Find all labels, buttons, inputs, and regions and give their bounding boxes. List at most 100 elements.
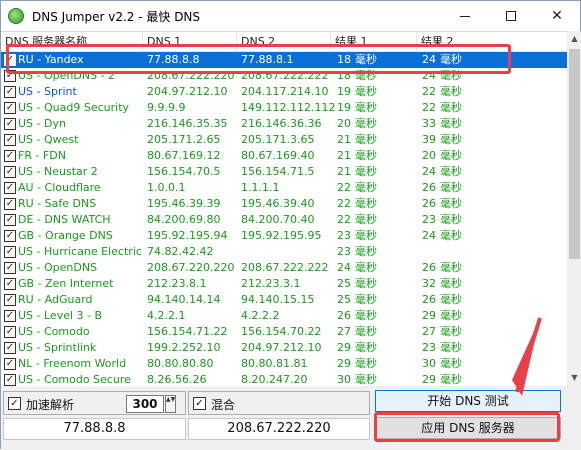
row-checkbox[interactable]: ✓: [4, 182, 16, 194]
row-checkbox[interactable]: ✓: [4, 358, 16, 370]
table-row[interactable]: ✓ DE - DNS WATCH 84.200.69.80 84.200.70.40 2…: [1, 212, 567, 228]
row-name: GB - Orange DNS: [18, 229, 113, 242]
table-row[interactable]: ✓ US - Qwest 205.171.2.65 205.171.3.65 21 毫秒 3…: [1, 132, 567, 148]
row-result1-unit: 毫秒: [355, 357, 377, 370]
close-button[interactable]: ✕: [534, 1, 580, 31]
accel-value-input[interactable]: 300: [126, 395, 164, 413]
table-row[interactable]: ✓ RU - Safe DNS 195.46.39.39 195.46.39.40 22…: [1, 196, 567, 212]
row-dns1: 216.146.35.35: [147, 117, 228, 130]
row-result1-value: 29: [337, 341, 351, 354]
row-dns2: 94.140.15.15: [241, 293, 315, 306]
table-row[interactable]: ✓ GB - Orange DNS 195.92.195.94 195.92.195.…: [1, 228, 567, 244]
row-result2-unit: 毫秒: [440, 293, 462, 306]
row-name: GB - Zen Internet: [18, 277, 114, 290]
table-row[interactable]: ✓ RU - AdGuard 94.140.14.14 94.140.15.15 25 毫…: [1, 292, 567, 308]
row-checkbox[interactable]: ✓: [4, 166, 16, 178]
spin-arrows-icon[interactable]: ▲▼: [165, 395, 176, 413]
row-result1-unit: 毫秒: [355, 277, 377, 290]
row-result2-value: 29: [422, 373, 436, 386]
row-checkbox[interactable]: ✓: [4, 150, 16, 162]
row-result1-unit: 毫秒: [355, 325, 377, 338]
row-result2-unit: 毫秒: [440, 117, 462, 130]
row-checkbox[interactable]: ✓: [4, 262, 16, 274]
table-row[interactable]: ✓ US - Dyn 216.146.35.35 216.146.36.36 20 毫秒 3…: [1, 116, 567, 132]
row-result1-value: 19: [337, 85, 351, 98]
row-dns2: 149.112.112.112: [241, 101, 336, 114]
scroll-down-icon[interactable]: ▼: [567, 370, 581, 386]
row-checkbox[interactable]: ✓: [4, 294, 16, 306]
row-dns1: 204.97.212.10: [147, 85, 228, 98]
row-result2-value: 23: [422, 213, 436, 226]
row-result2-value: 24: [422, 165, 436, 178]
table-row[interactable]: ✓ US - Level 3 - B 4.2.2.1 4.2.2.2 26 毫秒 29 毫秒: [1, 308, 567, 324]
row-dns2: 204.97.212.10: [241, 341, 322, 354]
title-bar[interactable]: DNS Jumper v2.2 - 最快 DNS ✕: [1, 1, 580, 31]
row-dns2: 80.80.81.81: [241, 357, 308, 370]
table-row[interactable]: ✓ US - Hurricane Electric 74.82.42.42 23 毫秒: [1, 244, 567, 260]
row-checkbox[interactable]: ✓: [4, 102, 16, 114]
table-row[interactable]: ✓ FR - FDN 80.67.169.12 80.67.169.40 21 毫秒 20 毫…: [1, 148, 567, 164]
scroll-up-icon[interactable]: ▲: [567, 31, 581, 47]
row-result2-value: 26: [422, 293, 436, 306]
row-result1-unit: 毫秒: [355, 117, 377, 130]
row-result1-value: 22: [337, 197, 351, 210]
maximize-button[interactable]: [488, 1, 534, 31]
row-result2-unit: 毫秒: [440, 197, 462, 210]
row-result1-value: 25: [337, 277, 351, 290]
mix-checkbox[interactable]: ✓: [193, 397, 206, 410]
row-dns1: 84.200.69.80: [147, 213, 221, 226]
table-row[interactable]: ✓ NL - Freenom World 80.80.80.80 80.80.81.8…: [1, 356, 567, 372]
table-row[interactable]: ✓ AU - Cloudflare 1.0.0.1 1.1.1.1 22 毫秒 26 毫秒: [1, 180, 567, 196]
row-checkbox[interactable]: ✓: [4, 118, 16, 130]
sort-arrow-icon: ^: [369, 31, 377, 38]
table-row[interactable]: ✓ US - Sprint 204.97.212.10 204.117.214.10 1…: [1, 84, 567, 100]
row-checkbox[interactable]: ✓: [4, 374, 16, 386]
highlight-box-apply-button: [374, 412, 560, 442]
table-row[interactable]: ✓ GB - Zen Internet 212.23.8.1 212.23.3.1 25…: [1, 276, 567, 292]
mix-label: 混合: [211, 398, 236, 412]
row-dns1: 80.80.80.80: [147, 357, 214, 370]
row-checkbox[interactable]: ✓: [4, 86, 16, 98]
vertical-scrollbar[interactable]: ▲ ▼: [567, 31, 581, 386]
row-name: NL - Freenom World: [18, 357, 127, 370]
dns-server-list[interactable]: DNS 服务器名称 DNS 1 DNS 2 结果 1 结果 2 ^ ✓ RU - …: [1, 31, 567, 386]
row-checkbox[interactable]: ✓: [4, 342, 16, 354]
row-dns2: 4.2.2.2: [241, 309, 280, 322]
table-row[interactable]: ✓ US - Quad9 Security 9.9.9.9 149.112.112.1…: [1, 100, 567, 116]
row-result1-value: 21: [337, 149, 351, 162]
accel-checkbox[interactable]: ✓: [8, 397, 21, 410]
row-checkbox[interactable]: ✓: [4, 214, 16, 226]
row-result1-value: 25: [337, 293, 351, 306]
row-checkbox[interactable]: ✓: [4, 310, 16, 322]
row-dns2: 80.67.169.40: [241, 149, 315, 162]
row-dns2: 156.154.70.22: [241, 325, 322, 338]
minimize-button[interactable]: [442, 1, 488, 31]
row-name: AU - Cloudflare: [18, 181, 101, 194]
table-row[interactable]: ✓ US - Comodo 156.154.71.22 156.154.70.22 27…: [1, 324, 567, 340]
row-checkbox[interactable]: ✓: [4, 246, 16, 258]
row-result2-unit: 毫秒: [440, 85, 462, 98]
row-result1-value: 30: [337, 373, 351, 386]
row-dns1: 80.67.169.12: [147, 149, 221, 162]
table-row[interactable]: ✓ US - OpenDNS 208.67.220.220 208.67.222.22…: [1, 260, 567, 276]
table-row[interactable]: ✓ US - Neustar 2 156.154.70.5 156.154.71.5 2…: [1, 164, 567, 180]
row-dns1: 199.2.252.10: [147, 341, 221, 354]
row-checkbox[interactable]: ✓: [4, 134, 16, 146]
row-checkbox[interactable]: ✓: [4, 230, 16, 242]
start-dns-test-button[interactable]: 开始 DNS 测试: [375, 390, 561, 412]
row-result2-value: 26: [422, 197, 436, 210]
scrollbar-thumb[interactable]: [569, 49, 580, 259]
row-checkbox[interactable]: ✓: [4, 198, 16, 210]
row-checkbox[interactable]: ✓: [4, 278, 16, 290]
row-result2-unit: 毫秒: [440, 165, 462, 178]
row-dns1: 74.82.42.42: [147, 245, 214, 258]
table-row[interactable]: ✓ US - Sprintlink 199.2.252.10 204.97.212.1…: [1, 340, 567, 356]
row-checkbox[interactable]: ✓: [4, 326, 16, 338]
table-row[interactable]: ✓ US - Comodo Secure 8.26.56.26 8.20.247.20…: [1, 372, 567, 386]
row-dns2: 195.46.39.40: [241, 197, 315, 210]
maximize-icon: [506, 11, 516, 21]
app-icon: [8, 8, 24, 24]
row-result2-unit: 毫秒: [440, 101, 462, 114]
row-name: US - Comodo Secure: [18, 373, 131, 386]
row-result2-value: 20: [422, 149, 436, 162]
